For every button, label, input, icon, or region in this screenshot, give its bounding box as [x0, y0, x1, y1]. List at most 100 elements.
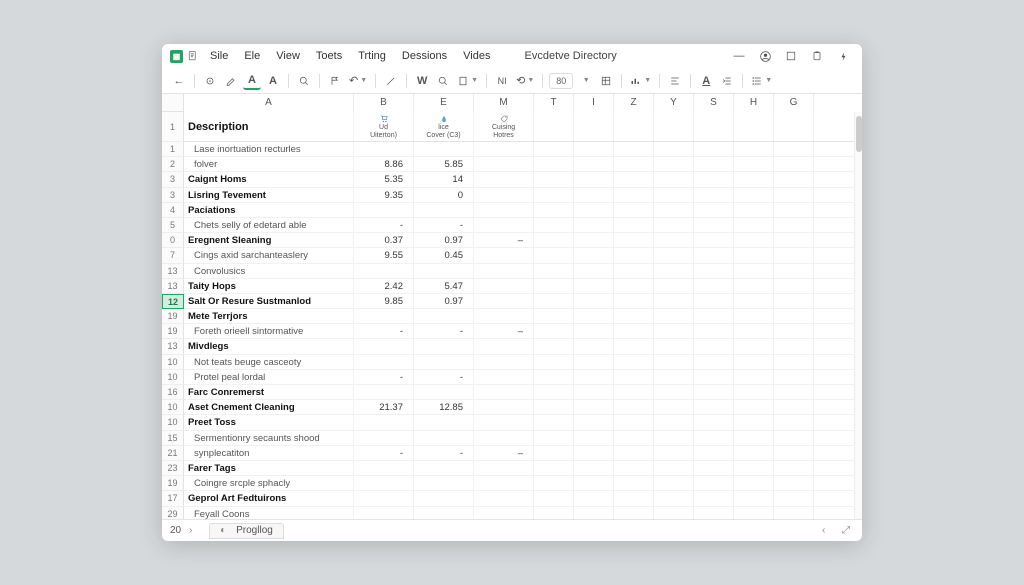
cell-empty[interactable] [734, 172, 774, 186]
target-icon[interactable] [201, 72, 219, 90]
cell-empty[interactable] [654, 370, 694, 384]
cell-empty[interactable] [654, 157, 694, 171]
cell-empty[interactable] [654, 218, 694, 232]
cell-description[interactable]: Protel peal lordal [184, 370, 354, 384]
cell-empty[interactable] [534, 309, 574, 323]
cell-empty[interactable] [614, 294, 654, 308]
cell-value[interactable] [414, 476, 474, 490]
cell-empty[interactable] [654, 385, 694, 399]
cell-empty[interactable] [654, 324, 694, 338]
cell-description[interactable]: Eregnent Sleaning [184, 233, 354, 247]
row-number[interactable]: 1 [162, 142, 184, 157]
next-sheet-icon[interactable]: › [189, 525, 201, 537]
cell-value[interactable] [474, 248, 534, 262]
table-row[interactable]: Preet Toss [184, 415, 862, 430]
status-right-icon[interactable]: ⤢ [842, 525, 854, 537]
cell-empty[interactable] [774, 142, 814, 156]
row-number[interactable]: 10 [162, 355, 184, 370]
cell-value[interactable]: 8.86 [354, 157, 414, 171]
cell-empty[interactable] [654, 294, 694, 308]
cell-value[interactable] [474, 294, 534, 308]
cell-description[interactable]: Caignt Homs [184, 172, 354, 186]
cell-empty[interactable] [534, 370, 574, 384]
table-row[interactable]: Geprol Art Fedtuirons [184, 491, 862, 506]
cell-value[interactable] [474, 339, 534, 353]
col-header-y[interactable]: Y [654, 94, 694, 112]
cell-value[interactable] [414, 461, 474, 475]
cell-empty[interactable] [614, 370, 654, 384]
cell-empty[interactable] [614, 203, 654, 217]
cell-empty[interactable] [774, 461, 814, 475]
cell-value[interactable] [474, 476, 534, 490]
cell-empty[interactable] [574, 476, 614, 490]
cell-empty[interactable] [574, 264, 614, 278]
cell-empty[interactable] [534, 157, 574, 171]
cell-empty[interactable] [654, 431, 694, 445]
cell-empty[interactable] [574, 203, 614, 217]
cell-empty[interactable] [534, 476, 574, 490]
cell-empty[interactable] [774, 172, 814, 186]
cell-empty[interactable] [774, 324, 814, 338]
row-number[interactable]: 19 [162, 324, 184, 339]
cell-empty[interactable] [774, 507, 814, 520]
row-number[interactable]: 4 [162, 203, 184, 218]
cell-empty[interactable] [734, 233, 774, 247]
cell-empty[interactable] [654, 248, 694, 262]
table-row[interactable]: Feyall Coons [184, 507, 862, 520]
cell-value[interactable] [354, 264, 414, 278]
col-header-t[interactable]: T [534, 94, 574, 112]
cell-empty[interactable] [574, 446, 614, 460]
cell-empty[interactable] [654, 476, 694, 490]
cell-empty[interactable] [734, 339, 774, 353]
cell-description[interactable]: Paciations [184, 203, 354, 217]
cell-empty[interactable] [614, 157, 654, 171]
cell-empty[interactable] [694, 264, 734, 278]
cell-value[interactable] [354, 461, 414, 475]
cell-empty[interactable] [774, 264, 814, 278]
cell-value[interactable] [354, 385, 414, 399]
cell-empty[interactable] [574, 309, 614, 323]
cell-empty[interactable] [654, 491, 694, 505]
cell-value[interactable]: - [414, 370, 474, 384]
cell-empty[interactable] [774, 446, 814, 460]
col-header-m[interactable]: M [474, 94, 534, 112]
cell-empty[interactable] [654, 264, 694, 278]
cell-value[interactable] [354, 309, 414, 323]
zoom-input[interactable]: 80 [549, 73, 573, 89]
cell-value[interactable]: 0 [414, 188, 474, 202]
row-number[interactable]: 7 [162, 248, 184, 263]
cell-empty[interactable] [574, 188, 614, 202]
cell-value[interactable]: 0.97 [414, 294, 474, 308]
cell-description[interactable]: Lase inortuation recturles [184, 142, 354, 156]
col-header-i[interactable]: I [574, 94, 614, 112]
cell-empty[interactable] [774, 218, 814, 232]
cell-empty[interactable] [694, 279, 734, 293]
row-number[interactable]: 13 [162, 339, 184, 354]
cell-empty[interactable] [734, 142, 774, 156]
cell-value[interactable] [474, 507, 534, 520]
cell-description[interactable]: Farc Conremerst [184, 385, 354, 399]
row-number[interactable]: 0 [162, 233, 184, 248]
col-header-s[interactable]: S [694, 94, 734, 112]
cell-empty[interactable] [694, 142, 734, 156]
cell-empty[interactable] [734, 218, 774, 232]
cell-description[interactable]: Foreth orieell sintormative [184, 324, 354, 338]
cell-empty[interactable] [734, 324, 774, 338]
text-style-icon[interactable]: A [697, 72, 715, 90]
table-row[interactable]: Farc Conremerst [184, 385, 862, 400]
pen-icon[interactable] [222, 72, 240, 90]
cell-value[interactable]: – [474, 446, 534, 460]
cell-value[interactable]: 2.42 [354, 279, 414, 293]
cell-value[interactable] [354, 142, 414, 156]
cell-description[interactable]: Lisring Tevement [184, 188, 354, 202]
cell-empty[interactable] [574, 157, 614, 171]
row-number[interactable]: 16 [162, 385, 184, 400]
cell-empty[interactable] [654, 172, 694, 186]
layout-icon[interactable] [597, 72, 615, 90]
cell-description[interactable]: Coingre srcple sphacly [184, 476, 354, 490]
cell-empty[interactable] [534, 248, 574, 262]
cell-empty[interactable] [614, 461, 654, 475]
cell-empty[interactable] [774, 400, 814, 414]
vertical-scrollbar[interactable] [854, 112, 862, 519]
table-row[interactable]: Not teats beuge casceoty [184, 355, 862, 370]
